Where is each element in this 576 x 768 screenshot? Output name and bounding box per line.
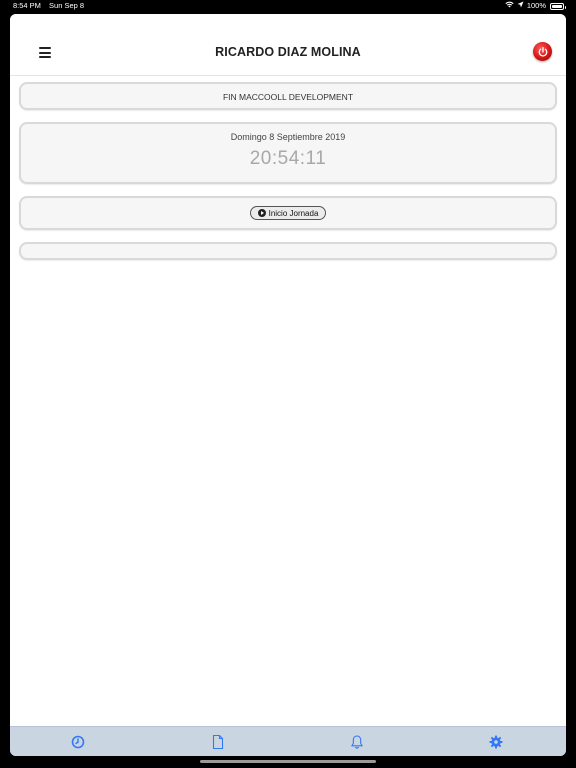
tab-settings[interactable] — [488, 734, 504, 750]
app-window: RICARDO DIAZ MOLINA FIN MACCOOLL DEVELOP… — [10, 14, 566, 756]
location-arrow-icon — [517, 0, 524, 12]
start-shift-button[interactable]: Inicio Jornada — [250, 206, 326, 220]
bell-icon — [351, 735, 363, 749]
company-card: FIN MACCOOLL DEVELOPMENT — [19, 82, 557, 110]
datetime-card: Domingo 8 Septiembre 2019 20:54:11 — [19, 122, 557, 184]
home-indicator[interactable] — [200, 760, 376, 763]
battery-percent: 100% — [526, 1, 546, 10]
clock-icon — [71, 735, 85, 749]
status-date: Sun Sep 8 — [49, 1, 85, 10]
document-icon — [212, 734, 224, 750]
current-time: 20:54:11 — [249, 148, 327, 169]
status-bar-right: 100% — [505, 0, 566, 12]
tab-documents[interactable] — [210, 734, 226, 750]
tab-notifications[interactable] — [349, 734, 365, 750]
gear-icon — [489, 735, 503, 749]
tab-bar — [10, 726, 566, 756]
tab-clock[interactable] — [70, 734, 86, 750]
wifi-icon — [505, 0, 514, 12]
header: RICARDO DIAZ MOLINA — [10, 14, 566, 76]
current-date: Domingo 8 Septiembre 2019 — [230, 132, 346, 142]
power-icon[interactable] — [533, 42, 552, 61]
status-time: 8:54 PM — [13, 1, 41, 10]
status-bar: 8:54 PM Sun Sep 8 100% — [0, 0, 576, 12]
company-name: FIN MACCOOLL DEVELOPMENT — [222, 92, 354, 102]
main-content: FIN MACCOOLL DEVELOPMENT Domingo 8 Septi… — [10, 76, 566, 726]
play-circle-icon — [257, 209, 266, 217]
page-title: RICARDO DIAZ MOLINA — [215, 45, 361, 59]
status-bar-left: 8:54 PM Sun Sep 8 — [13, 0, 90, 12]
start-shift-label: Inicio Jornada — [268, 208, 319, 218]
battery-icon — [550, 2, 566, 10]
action-card: Inicio Jornada — [19, 196, 557, 230]
empty-card — [19, 242, 557, 260]
